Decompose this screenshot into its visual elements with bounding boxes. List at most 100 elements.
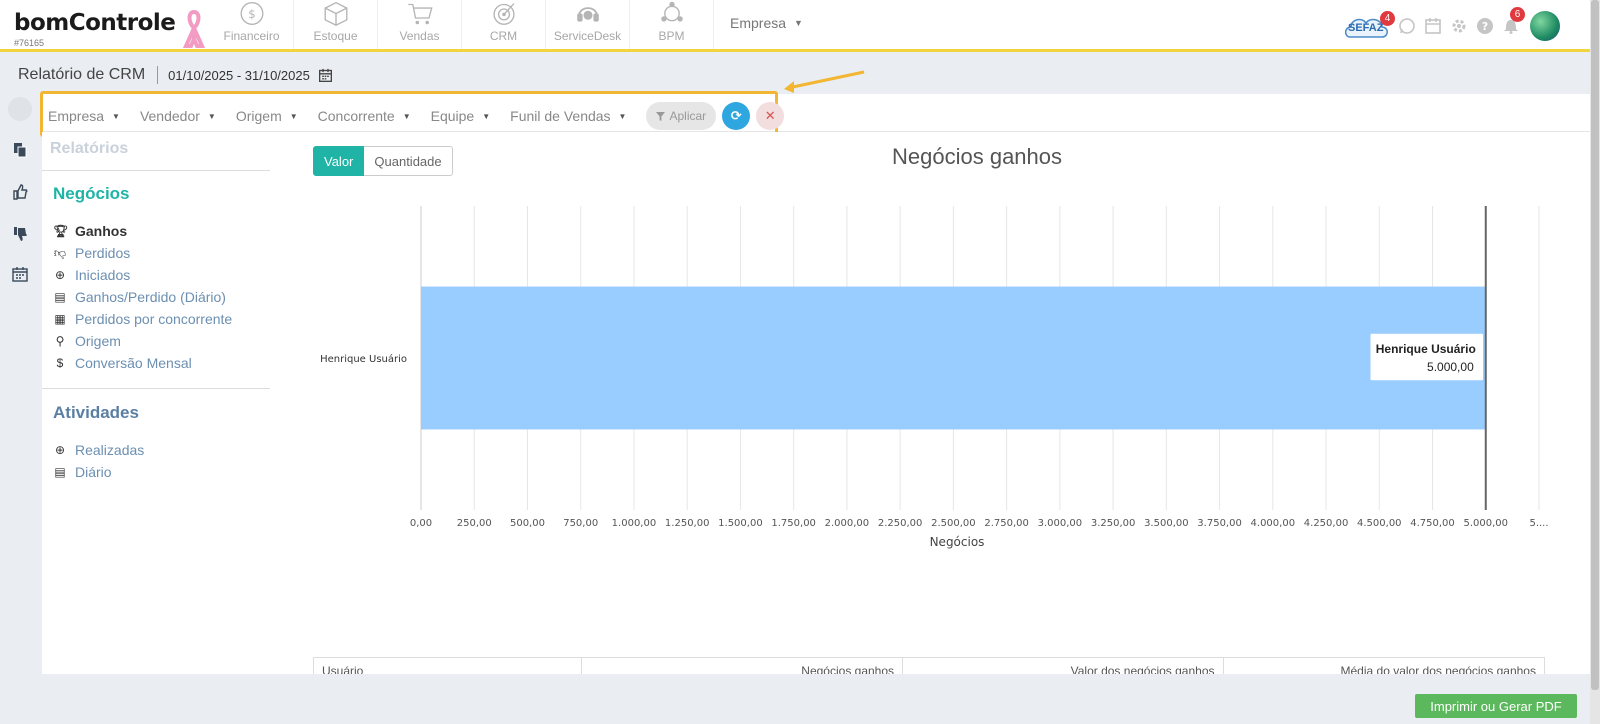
whatsapp-icon[interactable] (1398, 17, 1416, 35)
menu-item-iniciados[interactable]: ⊕ Iniciados (53, 267, 130, 283)
x-tick-label: 5.... (1529, 518, 1548, 529)
menu-item-diario[interactable]: ▤ Diário (53, 464, 112, 480)
column-header-negocios-ganhos[interactable]: Negócios ganhos (582, 658, 904, 674)
bar-chart: 0,00 250,00 500,00 750,00 1.000,00 1.250,00 1.… (302, 192, 1590, 552)
thumbs-up-icon[interactable] (12, 184, 28, 200)
module-label: CRM (489, 29, 518, 43)
x-tick-label: 250,00 (457, 518, 492, 529)
clear-filters-button[interactable]: ✕ (756, 102, 785, 130)
menu-item-label: Perdidos por concorrente (75, 311, 233, 327)
avatar[interactable] (1530, 11, 1560, 41)
sefaz-button[interactable]: SEFAZ 4 (1342, 11, 1395, 39)
menu-item-conversao-mensal[interactable]: $ Conversão Mensal (53, 355, 192, 371)
svg-text:?: ? (1482, 20, 1488, 33)
gear-icon[interactable] (1450, 17, 1468, 35)
metric-toggle: Valor Quantidade (313, 146, 453, 176)
x-tick-label: 1.250,00 (665, 518, 710, 529)
plus-circle-icon: ⊕ (54, 443, 66, 457)
x-tick-label: 1.000,00 (612, 518, 657, 529)
account-id: #76165 (14, 38, 45, 48)
calendar-icon[interactable] (1424, 17, 1442, 35)
caret-down-icon: ▼ (289, 112, 298, 121)
menu-item-label: Perdidos (75, 245, 131, 261)
divider (42, 170, 270, 171)
menu-item-ganhos-perdido-diario[interactable]: ▤ Ganhos/Perdido (Diário) (53, 289, 226, 305)
help-icon[interactable]: ? (1476, 17, 1494, 35)
date-range[interactable]: 01/10/2025 - 31/10/2025 (168, 68, 310, 83)
module-bpm[interactable]: BPM (630, 0, 714, 49)
x-tick-label: 750,00 (563, 518, 598, 529)
top-navbar: bomControle #76165 $ Financeiro Estoque … (0, 0, 1600, 52)
column-header-usuario[interactable]: Usuário (314, 658, 582, 674)
toggle-quantidade[interactable]: Quantidade (364, 146, 453, 176)
filter-label: Origem (235, 108, 282, 124)
column-header-valor[interactable]: Valor dos negócios ganhos (903, 658, 1224, 674)
building-icon: ▦ (54, 312, 66, 326)
close-icon: ✕ (764, 108, 776, 123)
print-pdf-button[interactable]: Imprimir ou Gerar PDF (1415, 694, 1577, 718)
cart-icon (407, 3, 433, 25)
section-negocios: Negócios (53, 184, 130, 203)
sefaz-label: SEFAZ (1348, 22, 1384, 34)
menu-item-label: Diário (75, 464, 112, 480)
box-icon (324, 1, 347, 26)
module-financeiro[interactable]: $ Financeiro (210, 0, 294, 49)
x-tick-label: 2.250,00 (878, 518, 923, 529)
x-tick-label: 4.500,00 (1357, 518, 1402, 529)
filter-concorrente[interactable]: Concorrente ▼ (318, 108, 411, 124)
caret-down-icon: ▼ (402, 112, 411, 121)
filter-equipe[interactable]: Equipe ▼ (431, 108, 491, 124)
results-table-header: Usuário Negócios ganhos Valor dos negóci… (313, 657, 1545, 674)
filter-empresa[interactable]: Empresa ▼ (48, 108, 120, 124)
apply-filters-button[interactable]: Aplicar (646, 102, 717, 130)
copy-icon[interactable] (12, 142, 28, 158)
calendar-icon[interactable] (12, 266, 28, 282)
module-label: Vendas (399, 29, 440, 43)
x-tick-label: 2.000,00 (825, 518, 870, 529)
dollar-icon: $ (56, 356, 64, 370)
logo-text: bomControle (14, 10, 176, 36)
column-header-media[interactable]: Média do valor dos negócios ganhos (1224, 658, 1544, 674)
calendar-minus-icon: ▤ (54, 465, 66, 479)
menu-item-perdidos[interactable]: 👎︎ Perdidos (53, 245, 130, 261)
network-icon (660, 1, 683, 22)
module-vendas[interactable]: Vendas (378, 0, 462, 49)
menu-item-ganhos[interactable]: 🏆︎ Ganhos (53, 223, 127, 239)
module-servicedesk[interactable]: ServiceDesk (546, 0, 630, 49)
module-estoque[interactable]: Estoque (294, 0, 378, 49)
tooltip-name: Henrique Usuário (1376, 342, 1476, 356)
x-tick-label: 5.000,00 (1463, 518, 1508, 529)
menu-item-perdidos-por-concorrente[interactable]: ▦ Perdidos por concorrente (53, 311, 232, 327)
x-tick-label: 0,00 (410, 518, 432, 529)
filter-funil-de-vendas[interactable]: Funil de Vendas ▼ (510, 108, 626, 124)
report-header: Relatório de CRM 01/10/2025 - 31/10/2025 (18, 64, 333, 86)
divider (42, 388, 270, 389)
refresh-button[interactable]: ⟳ (722, 102, 751, 130)
menu-item-label: Ganhos/Perdido (Diário) (75, 289, 226, 305)
notifications-badge: 6 (1510, 7, 1525, 22)
scrollbar-thumb[interactable] (1591, 0, 1599, 690)
x-axis-label: Negócios (930, 535, 985, 549)
caret-down-icon: ▼ (794, 18, 803, 28)
menu-item-realizadas[interactable]: ⊕ Realizadas (53, 442, 144, 458)
filter-origem[interactable]: Origem ▼ (236, 108, 298, 124)
module-crm[interactable]: CRM (462, 0, 546, 49)
bar (421, 286, 1486, 430)
x-tick-label: 3.500,00 (1144, 518, 1189, 529)
page-scrollbar[interactable] (1590, 0, 1600, 724)
toggle-valor[interactable]: Valor (313, 146, 365, 176)
thumbs-down-icon[interactable] (12, 226, 28, 242)
trophy-icon: 🏆︎ (53, 224, 69, 238)
logo[interactable]: bomControle #76165 (14, 10, 206, 50)
company-dropdown[interactable]: Empresa ▼ (730, 15, 803, 31)
notifications-button[interactable]: 6 (1502, 7, 1525, 36)
calendar-icon[interactable] (318, 68, 333, 83)
x-tick-label: 4.250,00 (1304, 518, 1349, 529)
collapse-toggle[interactable] (8, 97, 32, 121)
filter-vendedor[interactable]: Vendedor ▼ (140, 108, 216, 124)
headset-icon (576, 7, 599, 22)
filter-label: Equipe (430, 108, 475, 124)
caret-down-icon: ▼ (482, 112, 491, 121)
menu-item-origem[interactable]: ⚲ Origem (53, 333, 121, 349)
x-tick-label: 1.500,00 (718, 518, 763, 529)
